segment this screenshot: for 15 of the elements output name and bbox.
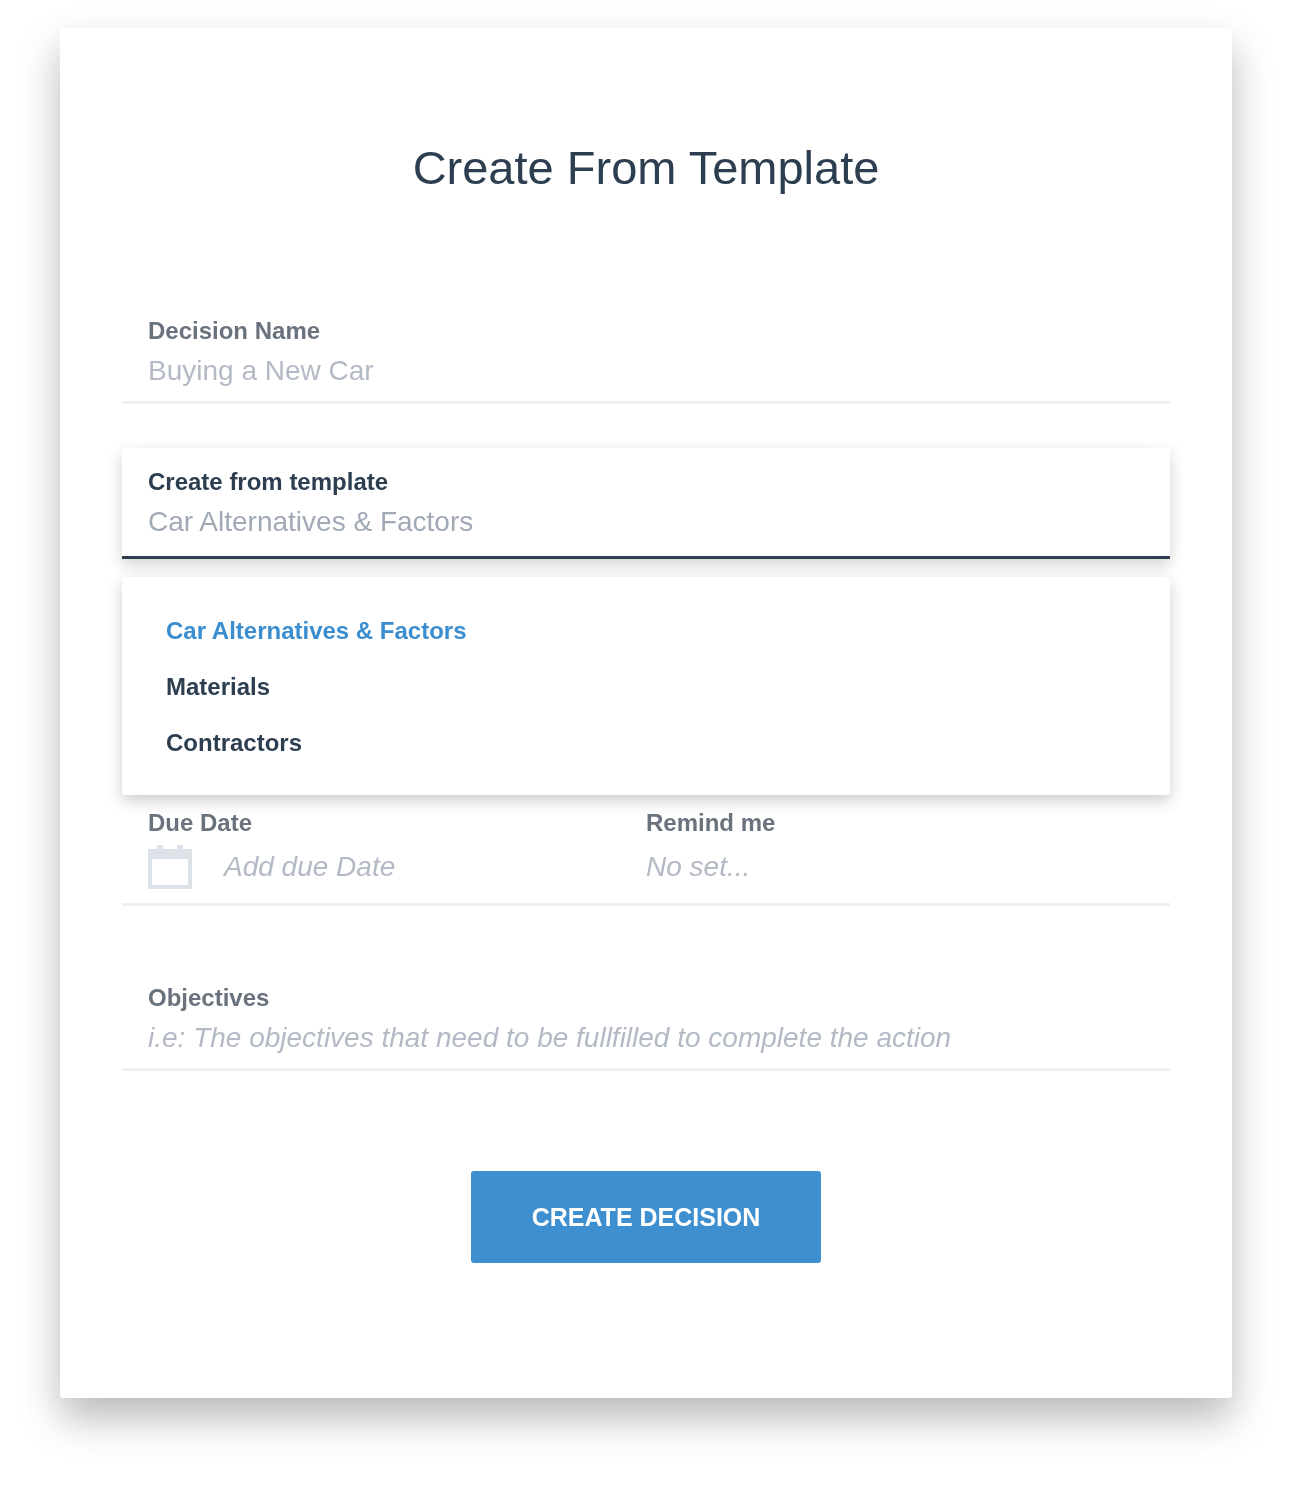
remind-field[interactable]: No set... bbox=[646, 845, 1144, 889]
field-label: Objectives bbox=[148, 984, 271, 1012]
field-label: Decision Name bbox=[148, 317, 322, 345]
field-label: Due Date bbox=[148, 809, 254, 837]
dialog-title: Create From Template bbox=[412, 140, 880, 195]
calendar-icon[interactable] bbox=[148, 845, 192, 889]
menu-option[interactable]: Car Alternatives & Factors bbox=[166, 617, 1126, 645]
template-select[interactable]: Create from template Car Alternatives & Factors bbox=[122, 448, 1170, 559]
decision-name-field[interactable]: Buying a New Car bbox=[148, 355, 1144, 387]
menu-option[interactable]: Materials bbox=[166, 673, 1126, 701]
field-label: Remind me bbox=[646, 809, 777, 837]
menu-option[interactable]: Contractors bbox=[166, 729, 1126, 757]
objectives-field[interactable]: i.e: The objectives that need to be fullfilled to complete the action bbox=[148, 1022, 1144, 1054]
field-label: Create from template bbox=[148, 468, 390, 496]
select-value: Car Alternatives & Factors bbox=[148, 506, 475, 538]
